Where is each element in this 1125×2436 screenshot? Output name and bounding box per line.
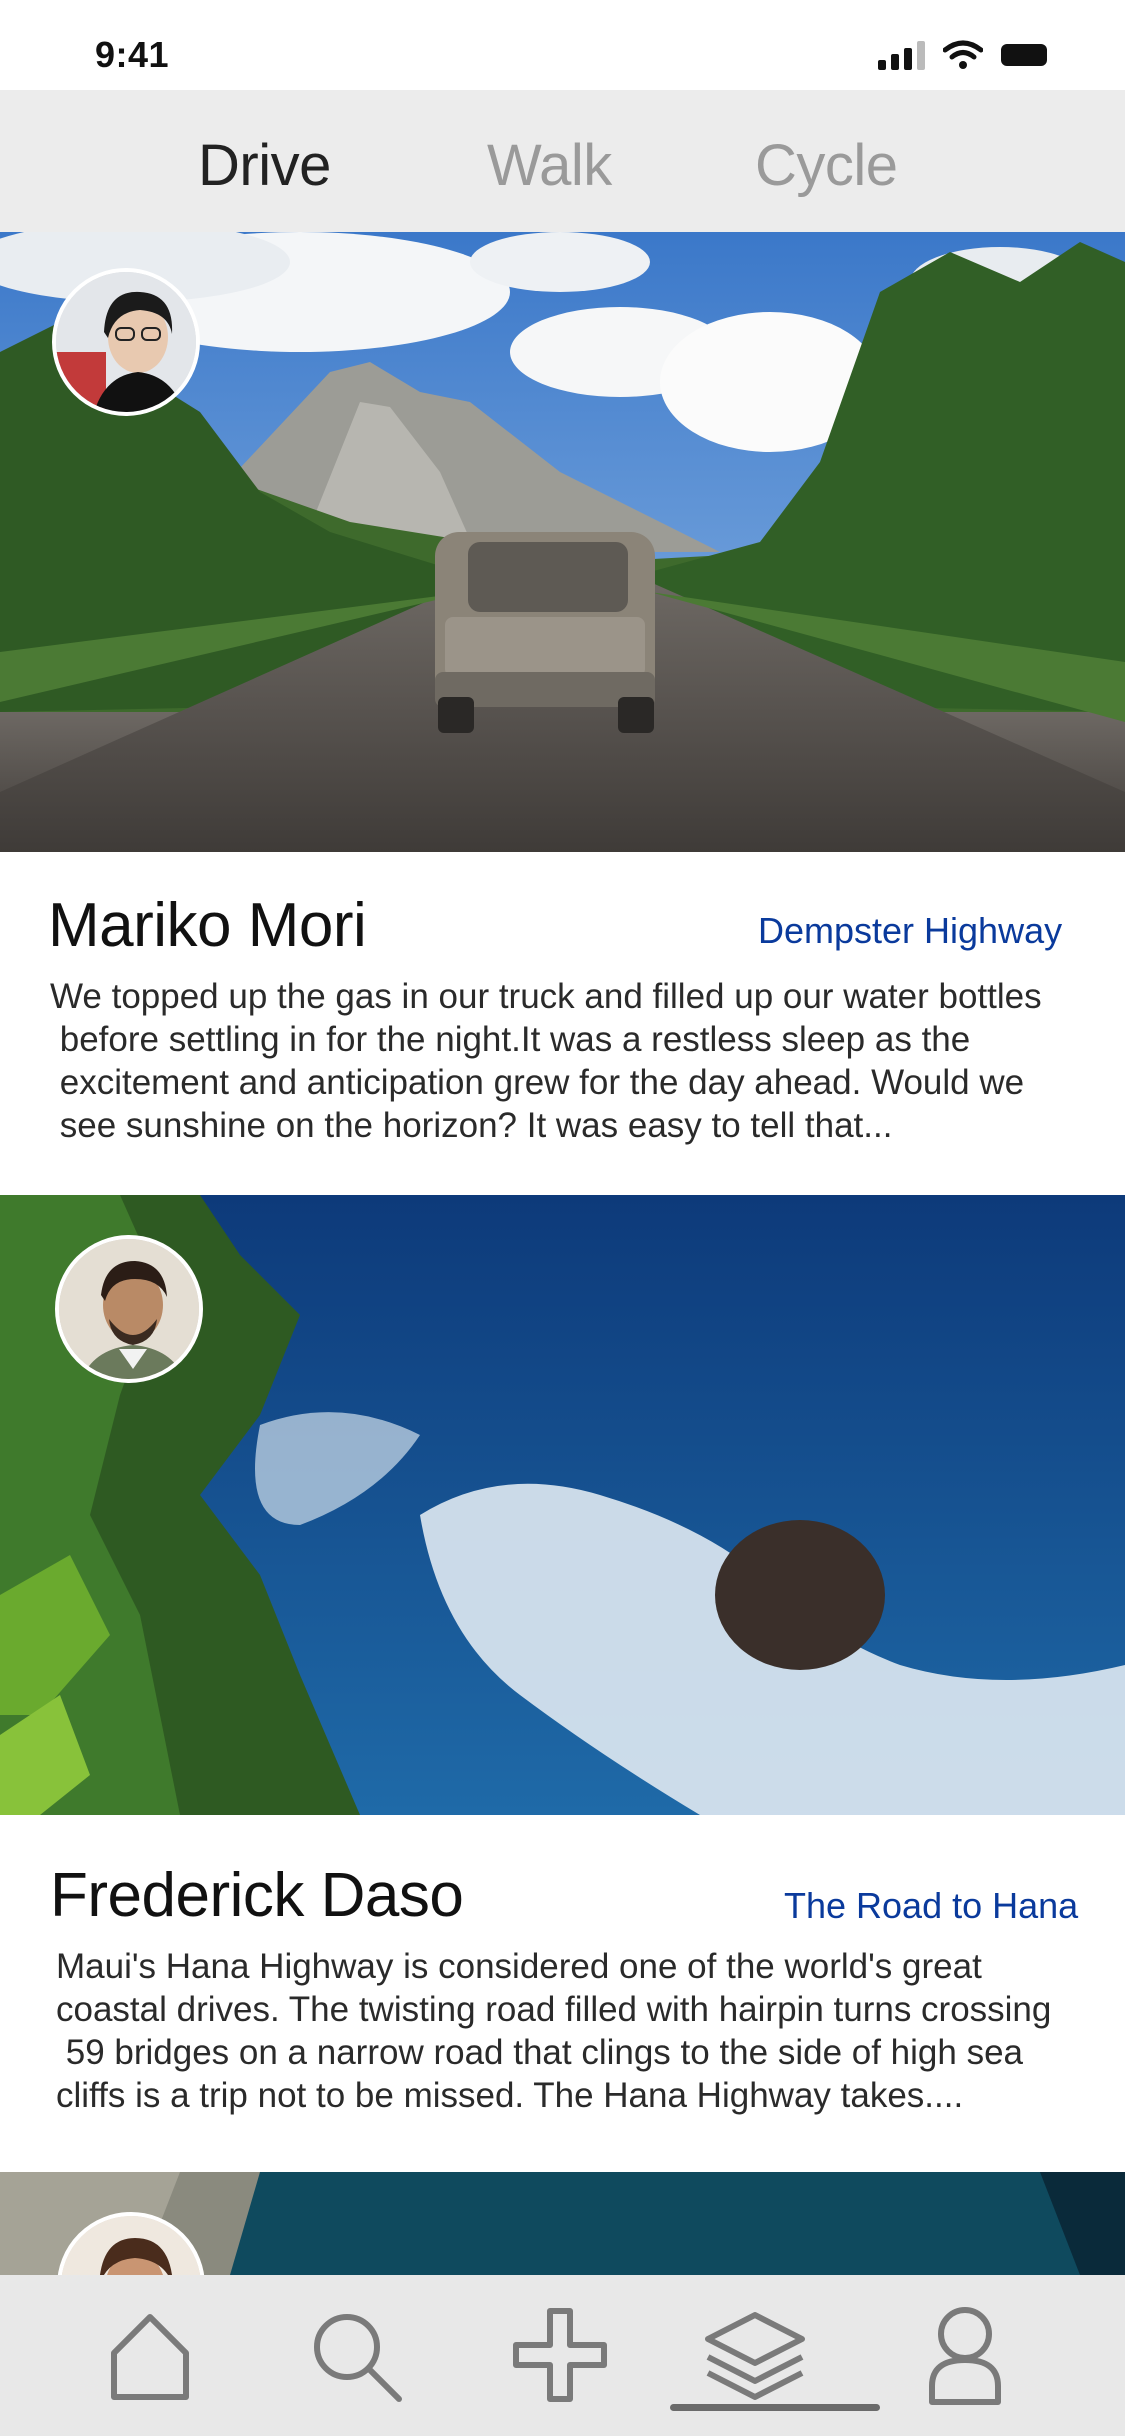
post-excerpt: We topped up the gas in our truck and fi… [50,975,1120,1147]
layers-icon [705,2312,805,2400]
nav-search[interactable] [295,2295,415,2415]
mode-tab-bar: Drive Walk Cycle [0,90,1125,232]
home-icon [111,2314,189,2400]
excerpt-line: excitement and anticipation grew for the… [50,1063,1025,1102]
profile-icon [929,2307,1001,2405]
bottom-nav-bar [0,2275,1125,2436]
post-excerpt: Maui's Hana Highway is considered one of… [56,1945,1125,2117]
avatar-mariko-mori[interactable] [52,268,200,416]
cellular-signal-icon [878,40,925,70]
post-route-link[interactable]: Dempster Highway [758,910,1062,952]
tab-cycle[interactable]: Cycle [755,132,898,199]
add-icon [513,2308,607,2402]
excerpt-line: We topped up the gas in our truck and fi… [50,977,1042,1016]
battery-icon [1001,44,1047,66]
excerpt-line: coastal drives. The twisting road filled… [56,1990,1052,2029]
tab-drive[interactable]: Drive [198,132,331,199]
post-route-link[interactable]: The Road to Hana [784,1885,1078,1927]
excerpt-line: see sunshine on the horizon? It was easy… [50,1106,893,1145]
status-bar: 9:41 [0,0,1125,90]
nav-profile[interactable] [905,2295,1025,2415]
post-author-name[interactable]: Mariko Mori [48,890,367,961]
nav-home[interactable] [90,2295,210,2415]
nav-layers[interactable] [695,2295,815,2415]
post-author-name[interactable]: Frederick Daso [50,1860,464,1931]
search-icon [314,2314,402,2402]
tab-walk[interactable]: Walk [487,132,612,199]
wifi-icon [943,40,983,69]
home-indicator [670,2404,880,2411]
nav-add[interactable] [500,2295,620,2415]
excerpt-line: 59 bridges on a narrow road that clings … [56,2033,1023,2072]
status-time: 9:41 [95,34,170,75]
excerpt-line: Maui's Hana Highway is considered one of… [56,1947,982,1986]
excerpt-line: before settling in for the night.It was … [50,1020,971,1059]
excerpt-line: cliffs is a trip not to be missed. The H… [56,2076,964,2115]
avatar-frederick-daso[interactable] [55,1235,203,1383]
status-icons [878,40,1047,70]
